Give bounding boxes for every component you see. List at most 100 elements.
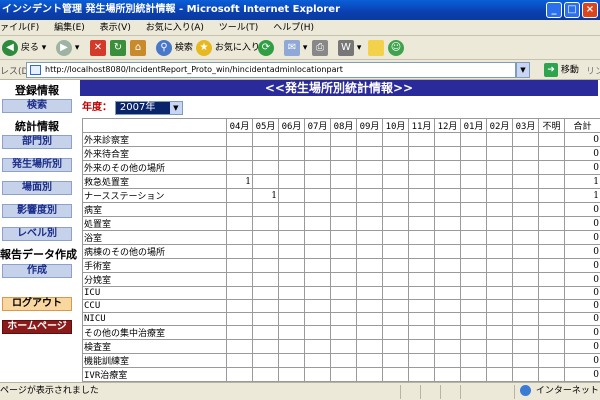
count-cell	[330, 299, 357, 313]
count-cell	[486, 325, 513, 340]
column-header: 01月	[460, 118, 487, 133]
status-bar: ページが表示されました インターネット	[0, 382, 600, 400]
status-divider	[400, 385, 401, 399]
print-icon: ⎙	[312, 39, 328, 56]
back-button[interactable]: ◀ 戻る ▾	[2, 39, 46, 57]
count-cell	[252, 353, 279, 368]
sidebar-item-situation[interactable]: 場面別	[2, 181, 72, 195]
count-cell	[408, 353, 435, 368]
count-cell	[252, 258, 279, 273]
go-button[interactable]: ➜ 移動	[544, 63, 579, 78]
count-cell	[304, 188, 331, 203]
count-cell	[512, 353, 539, 368]
count-cell	[512, 174, 539, 189]
count-cell	[382, 160, 409, 175]
forward-button[interactable]: ▶ ▾	[56, 39, 79, 57]
count-cell	[252, 325, 279, 340]
discuss-button[interactable]	[368, 39, 384, 57]
count-cell	[356, 202, 383, 217]
count-cell	[538, 132, 565, 147]
favorites-button[interactable]: ★ お気に入り	[196, 39, 260, 57]
count-cell	[486, 202, 513, 217]
sidebar-item-department[interactable]: 部門別	[2, 135, 72, 149]
history-button[interactable]: ⟳	[258, 39, 274, 57]
homepage-button[interactable]: ホームページ	[2, 320, 72, 334]
total-cell: 0	[564, 272, 600, 287]
create-button[interactable]: 作成	[2, 264, 72, 278]
count-cell	[460, 325, 487, 340]
year-select[interactable]: 2007年 ▼	[114, 100, 183, 115]
chevron-down-icon[interactable]: ▼	[169, 101, 182, 114]
logout-button[interactable]: ログアウト	[2, 297, 72, 311]
messenger-icon: ☺	[388, 39, 404, 56]
links-label[interactable]: リンク	[586, 64, 600, 77]
print-button[interactable]: ⎙	[312, 39, 328, 57]
main-panel: <<発生場所別統計情報>> 年度： 2007年 ▼ 04月 05月 06月 07月 08…	[80, 80, 600, 382]
count-cell	[226, 339, 253, 354]
page-icon	[30, 65, 41, 75]
total-cell: 0	[564, 160, 600, 175]
sidebar-item-level[interactable]: レベル別	[2, 227, 72, 241]
messenger-button[interactable]: ☺	[388, 39, 404, 57]
count-cell	[538, 146, 565, 161]
count-cell	[434, 353, 461, 368]
address-input[interactable]: http://localhost8080/IncidentReport_Prot…	[26, 62, 516, 78]
refresh-button[interactable]: ↻	[110, 39, 126, 57]
total-cell: 0	[564, 325, 600, 340]
menu-edit[interactable]: 編集(E)	[48, 20, 91, 36]
stop-button[interactable]: ✕	[90, 39, 106, 57]
mail-button[interactable]: ✉ ▾	[284, 39, 307, 57]
location-name-cell: 手術室	[82, 258, 227, 273]
sidebar-item-search[interactable]: 検索	[2, 99, 72, 113]
count-cell	[460, 160, 487, 175]
count-cell	[330, 146, 357, 161]
total-cell: 0	[564, 353, 600, 368]
stop-icon: ✕	[90, 39, 106, 56]
minimize-button[interactable]: _	[546, 2, 562, 18]
maximize-button[interactable]: □	[564, 2, 580, 18]
count-cell	[486, 299, 513, 313]
menu-tools[interactable]: ツール(T)	[213, 20, 265, 36]
menu-view[interactable]: 表示(V)	[94, 20, 137, 36]
count-cell	[382, 272, 409, 287]
edit-button[interactable]: W ▾	[338, 39, 361, 57]
count-cell	[252, 160, 279, 175]
search-button[interactable]: ⚲ 検索	[156, 39, 193, 57]
count-cell	[512, 258, 539, 273]
home-toolbar-button[interactable]: ⌂	[130, 39, 146, 57]
count-cell	[252, 367, 279, 382]
favorites-star-icon: ★	[196, 39, 212, 56]
location-name-cell: 浴室	[82, 230, 227, 245]
count-cell	[252, 146, 279, 161]
close-button[interactable]: ×	[582, 2, 598, 18]
count-cell	[252, 244, 279, 259]
count-cell	[226, 216, 253, 231]
table-row: 機能訓練室 0	[82, 353, 600, 368]
address-bar: レス(D) http://localhost8080/IncidentRepor…	[0, 60, 600, 80]
sidebar: 登録情報 検索 統計情報 部門別 発生場所別 場面別 影響度別 レベル別 報告デ…	[0, 80, 77, 382]
menu-favorites[interactable]: お気に入り(A)	[140, 20, 210, 36]
menu-file[interactable]: ァイル(F)	[0, 20, 45, 36]
location-name-cell: ナースステーション	[82, 188, 227, 203]
count-cell	[278, 272, 305, 287]
favorites-label: お気に入り	[214, 43, 260, 53]
count-cell	[434, 299, 461, 313]
sidebar-item-impact[interactable]: 影響度別	[2, 204, 72, 218]
globe-icon	[520, 385, 531, 396]
count-cell	[304, 132, 331, 147]
column-header: 11月	[408, 118, 435, 133]
address-dropdown-icon[interactable]: ▼	[516, 62, 530, 78]
total-cell: 0	[564, 132, 600, 147]
count-cell: 1	[226, 174, 253, 189]
column-header-location	[82, 118, 227, 133]
count-cell	[512, 202, 539, 217]
count-cell	[356, 146, 383, 161]
count-cell	[408, 244, 435, 259]
count-cell	[408, 286, 435, 300]
sidebar-item-location[interactable]: 発生場所別	[2, 158, 72, 172]
count-cell	[512, 160, 539, 175]
count-cell	[434, 188, 461, 203]
menu-help[interactable]: ヘルプ(H)	[267, 20, 320, 36]
count-cell	[252, 132, 279, 147]
table-row: 検査室 0	[82, 339, 600, 354]
